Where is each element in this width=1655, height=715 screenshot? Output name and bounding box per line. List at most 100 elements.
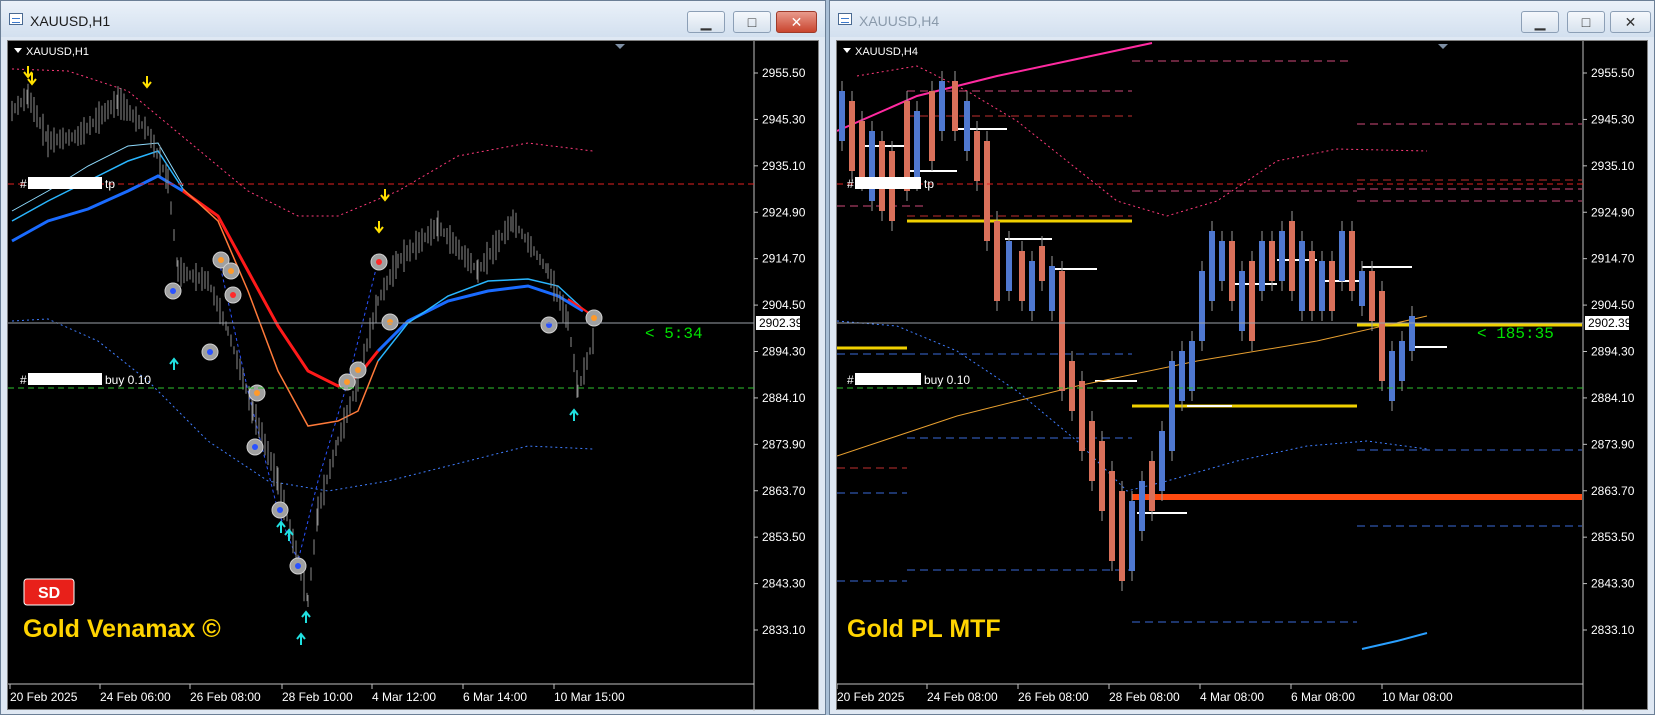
bear-candle xyxy=(1079,381,1085,451)
price-tick-label: 2843.30 xyxy=(762,577,806,591)
ma-falling-fast-line xyxy=(182,188,379,427)
bear-candle xyxy=(1119,491,1125,581)
minimize-button[interactable]: ▁ xyxy=(1521,11,1559,33)
buy-arrow-icon xyxy=(296,632,306,645)
price-tick-label: 2863.70 xyxy=(762,484,806,498)
chart-area[interactable]: 2955.50 2945.30 2935.10 2924.90 2914.70 2904.… xyxy=(836,40,1649,711)
price-tick-label: 2873.90 xyxy=(762,437,806,451)
buy-order-prefix: # xyxy=(847,373,854,387)
bull-candle xyxy=(1299,241,1305,311)
price-tick-label: 2894.30 xyxy=(762,345,806,359)
bull-candle xyxy=(1179,351,1185,401)
time-tick-label: 24 Feb 08:00 xyxy=(927,690,998,704)
chart-window-h1[interactable]: XAUUSD,H1 ▁ □ ✕ 2955.50 2945.30 2935.10 292… xyxy=(0,0,826,715)
price-tick-label: 2955.50 xyxy=(762,66,806,80)
buy-order-ticket-redacted xyxy=(855,373,921,385)
symbol-dropdown-icon[interactable] xyxy=(14,48,22,53)
bull-candle xyxy=(1159,431,1165,491)
time-tick-label: 4 Mar 12:00 xyxy=(372,690,436,704)
signal-marker-dot xyxy=(387,319,393,325)
price-tick-label: 2863.70 xyxy=(1591,484,1635,498)
envelope-lower-line xyxy=(11,318,593,492)
bull-candle xyxy=(1219,241,1225,281)
time-tick-label: 10 Mar 15:00 xyxy=(554,690,625,704)
chart-shift-icon[interactable] xyxy=(615,44,625,49)
price-chart[interactable]: 2955.50 2945.30 2935.10 2924.90 2914.70 2904.… xyxy=(837,41,1649,711)
time-axis: 20 Feb 2025 24 Feb 06:00 26 Feb 08:00 28 Fe… xyxy=(9,684,625,704)
buy-arrow-icon xyxy=(169,357,179,370)
bear-candle xyxy=(929,91,935,161)
signal-marker-dot xyxy=(170,288,176,294)
tp-order-label: tp xyxy=(105,177,115,191)
price-axis: 2955.50 2945.30 2935.10 2924.90 2914.70 2904.… xyxy=(1583,66,1635,637)
bull-candle xyxy=(1239,271,1245,331)
time-tick-label: 20 Feb 2025 xyxy=(837,690,905,704)
bull-candle xyxy=(1259,241,1265,291)
ma-blue-line xyxy=(1361,632,1428,650)
bar-countdown: < 185:35 xyxy=(1477,325,1554,343)
time-tick-label: 28 Feb 08:00 xyxy=(1109,690,1180,704)
bull-candle xyxy=(964,101,970,151)
sell-arrow-icon xyxy=(142,76,152,89)
bull-candle xyxy=(1006,241,1012,291)
signal-marker-dot xyxy=(207,349,213,355)
bear-candle xyxy=(1289,221,1295,291)
tp-order-ticket-redacted xyxy=(28,177,102,189)
bull-candle xyxy=(1399,341,1405,381)
bear-candle xyxy=(1069,361,1075,411)
bear-candle xyxy=(1309,251,1315,311)
bull-candle xyxy=(1029,261,1035,311)
window-titlebar[interactable]: XAUUSD,H1 ▁ □ ✕ xyxy=(1,1,825,37)
buy-order-label: buy 0.10 xyxy=(924,373,970,387)
bull-candle xyxy=(1339,231,1345,281)
window-titlebar[interactable]: XAUUSD,H4 ▁ □ ✕ xyxy=(830,1,1654,37)
signal-marker-dot xyxy=(277,507,283,513)
signal-marker-dot xyxy=(355,367,361,373)
bull-candle xyxy=(1319,261,1325,311)
bear-candle xyxy=(1369,271,1375,321)
bear-candle xyxy=(1109,471,1115,561)
time-tick-label: 6 Mar 08:00 xyxy=(1291,690,1355,704)
buy-arrow-icon xyxy=(569,408,579,421)
sell-arrow-icon xyxy=(23,66,33,79)
time-tick-label: 20 Feb 2025 xyxy=(10,690,78,704)
symbol-dropdown-icon[interactable] xyxy=(843,48,851,53)
close-button[interactable]: ✕ xyxy=(1610,11,1651,33)
signal-marker-dot xyxy=(252,444,258,450)
price-tick-label: 2853.50 xyxy=(1591,530,1635,544)
signal-marker-dot xyxy=(254,390,260,396)
price-tick-label: 2924.90 xyxy=(762,205,806,219)
chart-window-icon xyxy=(9,13,23,25)
chart-window-h4[interactable]: XAUUSD,H4 ▁ □ ✕ 2955.50 2945.30 2935.10 292… xyxy=(829,0,1655,715)
close-button[interactable]: ✕ xyxy=(776,11,817,33)
window-title: XAUUSD,H4 xyxy=(859,13,940,29)
buy-order-prefix: # xyxy=(20,373,27,387)
tp-order-prefix: # xyxy=(847,177,854,191)
bear-candle xyxy=(1269,241,1275,281)
chart-shift-icon[interactable] xyxy=(1438,44,1448,49)
bull-candle xyxy=(1359,271,1365,306)
indicator-brand: Gold Venamax © xyxy=(23,615,221,643)
bull-candle xyxy=(1139,481,1145,531)
bear-candle xyxy=(1089,421,1095,481)
bear-candle xyxy=(994,221,1000,301)
price-chart[interactable]: 2955.50 2945.30 2935.10 2924.90 2914.70 2904.… xyxy=(8,41,820,711)
bear-candle xyxy=(1349,231,1355,291)
tp-order-prefix: # xyxy=(20,177,27,191)
maximize-button[interactable]: □ xyxy=(1567,11,1605,33)
buy-arrow-icon xyxy=(276,520,286,533)
time-tick-label: 26 Feb 08:00 xyxy=(190,690,261,704)
bear-candle xyxy=(984,141,990,241)
signal-marker-dot xyxy=(218,257,224,263)
price-tick-label: 2914.70 xyxy=(1591,252,1635,266)
price-tick-label: 2935.10 xyxy=(1591,159,1635,173)
time-tick-label: 24 Feb 06:00 xyxy=(100,690,171,704)
chart-area[interactable]: 2955.50 2945.30 2935.10 2924.90 2914.70 2904.… xyxy=(7,40,820,711)
bear-candle xyxy=(1379,291,1385,381)
bear-candle xyxy=(1059,271,1065,391)
minimize-button[interactable]: ▁ xyxy=(687,11,725,33)
price-tick-label: 2884.10 xyxy=(762,391,806,405)
signal-marker-dot xyxy=(230,292,236,298)
price-tick-label: 2884.10 xyxy=(1591,391,1635,405)
maximize-button[interactable]: □ xyxy=(733,11,771,33)
